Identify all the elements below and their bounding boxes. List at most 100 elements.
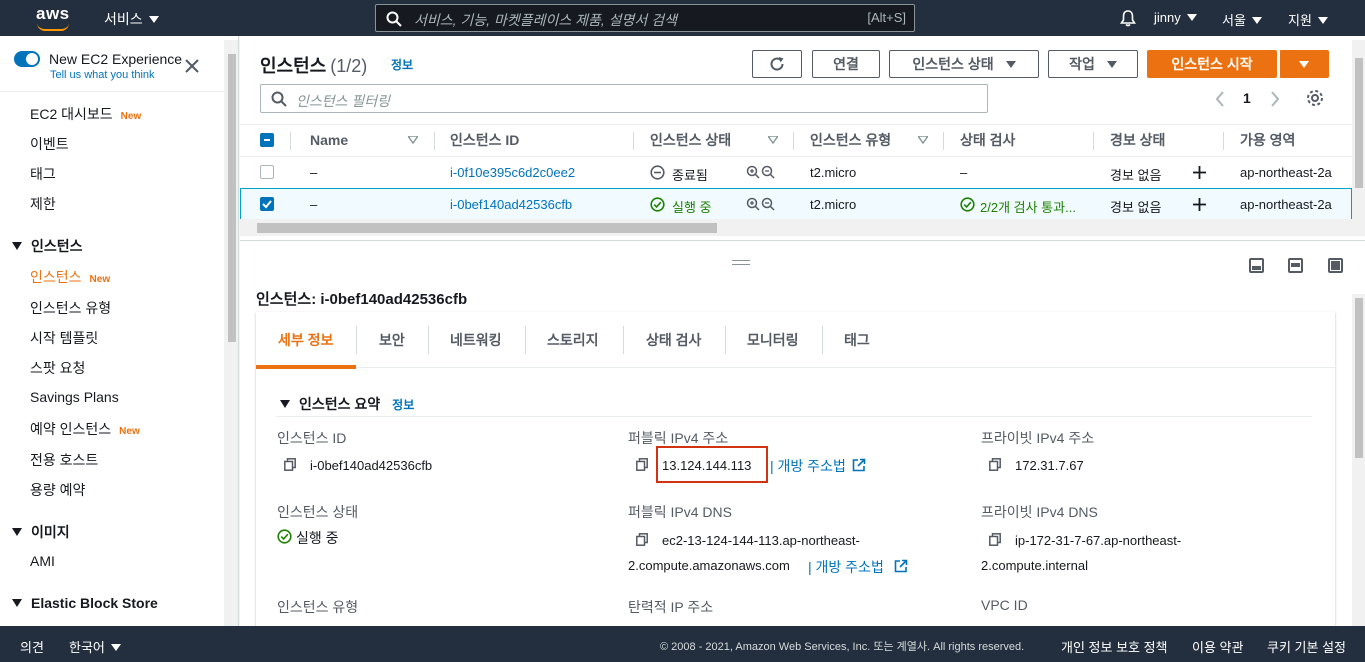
sidebar-item-spot-requests[interactable]: 스팟 요청 bbox=[30, 358, 85, 378]
sidebar-item-launch-templates[interactable]: 시작 템플릿 bbox=[30, 328, 98, 348]
horizontal-scrollbar-thumb[interactable] bbox=[257, 223, 717, 233]
new-experience-toggle[interactable] bbox=[14, 51, 40, 67]
page-number[interactable]: 1 bbox=[1243, 90, 1251, 106]
sidebar-item-ami[interactable]: AMI bbox=[30, 553, 55, 569]
launch-dropdown-button[interactable] bbox=[1279, 50, 1329, 78]
summary-header[interactable]: 인스턴스 요약 정보 bbox=[280, 394, 414, 414]
feedback-link[interactable]: Tell us what you think bbox=[50, 69, 155, 81]
table-row[interactable]: – i-0f10e395c6d2c0ee2 종료됨 t2.micro – 경보 … bbox=[240, 156, 1352, 188]
terms-link[interactable]: 이용 약관 bbox=[1192, 637, 1243, 656]
column-header-name[interactable]: Name bbox=[310, 124, 348, 156]
resize-handle-icon[interactable] bbox=[732, 260, 750, 265]
tab-monitoring[interactable]: 모니터링 bbox=[747, 330, 799, 350]
user-menu[interactable]: jinny bbox=[1154, 10, 1197, 25]
cell-status-check[interactable]: 2/2개 검사 통과... bbox=[980, 197, 1076, 216]
sidebar-item-savings-plans[interactable]: Savings Plans bbox=[30, 389, 119, 405]
launch-instances-button[interactable]: 인스턴스 시작 bbox=[1147, 50, 1277, 78]
plus-icon[interactable] bbox=[1192, 165, 1207, 180]
detail-panel-scrollbar-thumb[interactable] bbox=[1355, 298, 1363, 458]
privacy-policy-link[interactable]: 개인 정보 보호 정책 bbox=[1061, 637, 1168, 656]
plus-icon[interactable] bbox=[1192, 197, 1207, 212]
tab-security[interactable]: 보안 bbox=[379, 330, 405, 350]
split-full-icon[interactable] bbox=[1328, 258, 1343, 273]
column-header-instance-id[interactable]: 인스턴스 ID bbox=[450, 124, 519, 156]
table-row-selected[interactable]: – i-0bef140ad42536cfb 실행 중 t2.micro 2/2개… bbox=[240, 188, 1352, 220]
open-address-link[interactable]: | 개방 주소법 bbox=[770, 456, 846, 476]
info-link[interactable]: 정보 bbox=[392, 398, 414, 412]
sidebar-item-dedicated-hosts[interactable]: 전용 호스트 bbox=[30, 450, 98, 470]
copy-icon[interactable] bbox=[989, 533, 1001, 546]
services-menu[interactable]: 서비스 bbox=[104, 9, 159, 29]
actions-button[interactable]: 작업 bbox=[1048, 50, 1138, 78]
cell-status-check: – bbox=[960, 165, 968, 180]
chevron-left-icon[interactable] bbox=[1215, 91, 1225, 107]
sort-icon[interactable] bbox=[408, 136, 418, 144]
column-header-instance-type[interactable]: 인스턴스 유형 bbox=[810, 124, 891, 156]
zoom-icon[interactable] bbox=[746, 165, 776, 180]
aws-logo[interactable]: aws bbox=[36, 5, 72, 31]
sort-icon[interactable] bbox=[918, 136, 928, 144]
sidebar-scrollbar-thumb[interactable] bbox=[228, 54, 236, 342]
support-menu[interactable]: 지원 bbox=[1288, 10, 1328, 29]
copy-icon[interactable] bbox=[989, 458, 1001, 471]
sidebar-section-images[interactable]: 이미지 bbox=[12, 522, 70, 542]
sidebar-item-reserved-instances[interactable]: 예약 인스턴스 New bbox=[30, 419, 140, 439]
sidebar-item-tags[interactable]: 태그 bbox=[30, 164, 56, 184]
row-checkbox[interactable] bbox=[260, 165, 274, 179]
sidebar-item-capacity-reservations[interactable]: 용량 예약 bbox=[30, 480, 85, 500]
sidebar-item-label: 예약 인스턴스 bbox=[30, 421, 112, 437]
table-header bbox=[240, 124, 1352, 156]
sidebar-item-instance-types[interactable]: 인스턴스 유형 bbox=[30, 298, 111, 318]
tab-details[interactable]: 세부 정보 bbox=[278, 330, 333, 350]
copy-icon[interactable] bbox=[636, 533, 648, 546]
bell-icon[interactable] bbox=[1120, 9, 1136, 27]
tab-networking[interactable]: 네트워킹 bbox=[450, 330, 502, 350]
refresh-button[interactable] bbox=[752, 50, 802, 78]
global-search-input[interactable]: 서비스, 기능, 마켓플레이스 제품, 설명서 검색 [Alt+S] bbox=[375, 4, 915, 32]
row-checkbox[interactable] bbox=[260, 197, 274, 211]
cell-instance-id-link[interactable]: i-0f10e395c6d2c0ee2 bbox=[450, 165, 575, 180]
copy-icon[interactable] bbox=[284, 458, 296, 471]
split-side-icon[interactable] bbox=[1288, 258, 1303, 273]
gear-icon[interactable] bbox=[1306, 89, 1324, 107]
close-icon[interactable] bbox=[184, 58, 200, 74]
open-address-link[interactable]: | 개방 주소법 bbox=[808, 557, 884, 577]
region-menu[interactable]: 서울 bbox=[1222, 10, 1262, 29]
info-link[interactable]: 정보 bbox=[391, 56, 413, 73]
sidebar-item-ec2-dashboard[interactable]: EC2 대시보드 New bbox=[30, 104, 141, 124]
split-bottom-icon[interactable] bbox=[1249, 258, 1264, 273]
sidebar-section-instances[interactable]: 인스턴스 bbox=[12, 236, 83, 256]
copy-icon[interactable] bbox=[636, 458, 648, 471]
column-header-alarm-status[interactable]: 경보 상태 bbox=[1110, 124, 1165, 156]
select-all-checkbox[interactable] bbox=[260, 133, 274, 147]
sidebar-item-limits[interactable]: 제한 bbox=[30, 194, 56, 214]
zoom-icon[interactable] bbox=[746, 197, 776, 212]
tab-storage[interactable]: 스토리지 bbox=[547, 330, 599, 350]
column-header-instance-state[interactable]: 인스턴스 상태 bbox=[650, 124, 731, 156]
sidebar-item-instances[interactable]: 인스턴스 New bbox=[30, 267, 110, 287]
cookie-preferences-link[interactable]: 쿠키 기본 설정 bbox=[1267, 637, 1346, 656]
sidebar-item-events[interactable]: 이벤트 bbox=[30, 134, 69, 154]
instance-state-button[interactable]: 인스턴스 상태 bbox=[889, 50, 1039, 78]
column-header-availability-zone[interactable]: 가용 영역 bbox=[1240, 124, 1295, 156]
main-content: 인스턴스 (1/2) 정보 연결 인스턴스 상태 작업 인스턴스 시작 인스턴스 … bbox=[240, 36, 1365, 632]
caret-down-icon bbox=[1317, 17, 1328, 24]
sidebar: New EC2 Experience Tell us what you thin… bbox=[0, 36, 239, 626]
cell-instance-id-link[interactable]: i-0bef140ad42536cfb bbox=[450, 197, 572, 212]
feedback-link[interactable]: 의견 bbox=[20, 637, 44, 656]
instance-filter-input[interactable]: 인스턴스 필터링 bbox=[260, 84, 988, 113]
tab-tags[interactable]: 태그 bbox=[844, 330, 870, 350]
chevron-right-icon[interactable] bbox=[1270, 91, 1280, 107]
sort-icon[interactable] bbox=[768, 136, 778, 144]
external-link-icon[interactable] bbox=[852, 458, 866, 472]
public-dns-label: 퍼블릭 IPv4 DNS bbox=[628, 504, 732, 520]
column-header-status-check[interactable]: 상태 검사 bbox=[960, 124, 1015, 156]
instance-state-label: 인스턴스 상태 bbox=[912, 56, 994, 72]
sidebar-section-ebs[interactable]: Elastic Block Store bbox=[12, 595, 158, 611]
language-selector[interactable]: 한국어 bbox=[69, 637, 121, 656]
connect-button[interactable]: 연결 bbox=[812, 50, 880, 78]
top-panel-scrollbar-thumb[interactable] bbox=[1355, 58, 1363, 188]
region-name: 서울 bbox=[1222, 13, 1246, 28]
external-link-icon[interactable] bbox=[894, 559, 908, 573]
tab-status-checks[interactable]: 상태 검사 bbox=[646, 330, 701, 350]
